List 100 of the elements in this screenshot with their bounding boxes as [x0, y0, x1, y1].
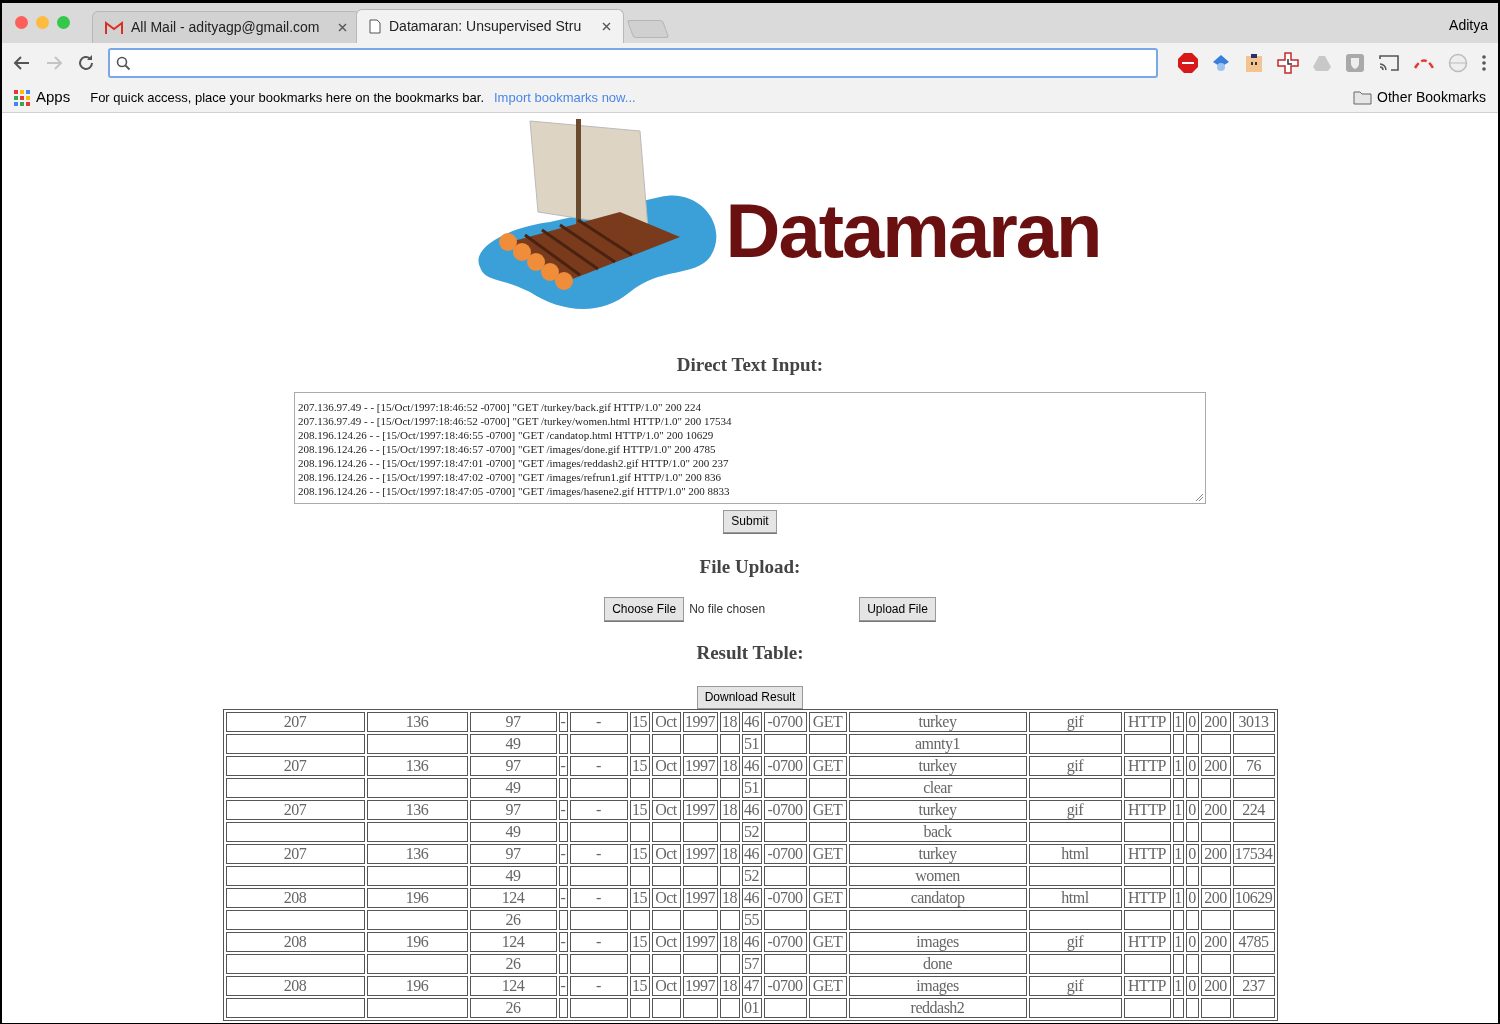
- table-cell: -: [558, 887, 568, 908]
- file-status: No file chosen: [689, 601, 767, 618]
- table-cell: 1: [1172, 711, 1184, 732]
- table-cell: 1997: [682, 755, 718, 776]
- table-cell: turkey: [848, 799, 1027, 820]
- profile-name[interactable]: Aditya: [1449, 15, 1488, 36]
- table-cell: 136: [366, 843, 468, 864]
- table-cell: 196: [366, 931, 468, 952]
- download-result-button[interactable]: Download Result: [696, 685, 804, 709]
- page-icon: [369, 19, 381, 34]
- table-cell: -0700: [763, 887, 807, 908]
- table-cell: 18: [719, 799, 740, 820]
- table-cell: HTTP: [1123, 975, 1171, 996]
- table-cell: GET: [808, 931, 847, 952]
- table-cell: -: [569, 799, 628, 820]
- table-cell: Oct: [651, 755, 681, 776]
- table-cell: 18: [719, 755, 740, 776]
- plus-clock-icon[interactable]: [1277, 52, 1299, 74]
- table-cell: 1997: [682, 799, 718, 820]
- table-cell: 15: [629, 711, 650, 732]
- cast-icon[interactable]: [1378, 53, 1400, 73]
- section-heading: File Upload:: [699, 554, 801, 579]
- table-cell: HTTP: [1123, 887, 1171, 908]
- face-icon[interactable]: [1244, 53, 1264, 73]
- table-cell: 52: [741, 865, 762, 886]
- table-cell: 200: [1200, 799, 1231, 820]
- table-cell: turkey: [848, 711, 1027, 732]
- shield-icon[interactable]: [1345, 53, 1365, 73]
- log-line: 207.136.97.49 - - [15/Oct/1997:18:46:52 -0700] "GET /turkey/back.gif HTTP/1.0" 200 224: [298, 399, 701, 414]
- table-cell: -0700: [763, 931, 807, 952]
- table-cell: 97: [469, 843, 557, 864]
- address-bar[interactable]: [108, 48, 1158, 78]
- table-cell: -0700: [763, 975, 807, 996]
- table-cell: 18: [719, 975, 740, 996]
- menu-icon[interactable]: [1481, 54, 1487, 72]
- table-cell: 15: [629, 799, 650, 820]
- table-cell: 1: [1172, 799, 1184, 820]
- table-cell: 1: [1172, 931, 1184, 952]
- table-cell: 46: [741, 711, 762, 732]
- table-cell: 200: [1200, 931, 1231, 952]
- table-cell: 0: [1185, 799, 1199, 820]
- table-cell: 1: [1172, 843, 1184, 864]
- table-cell: 49: [469, 733, 557, 754]
- table-cell: 49: [469, 865, 557, 886]
- table-cell: GET: [808, 755, 847, 776]
- table-cell: -: [558, 755, 568, 776]
- table-cell: 51: [741, 777, 762, 798]
- table-cell: 1997: [682, 931, 718, 952]
- log-line: 208.196.124.26 - - [15/Oct/1997:18:47:02 -0700] "GET /images/refrun1.gif HTTP/1.0" 200 836: [298, 469, 722, 484]
- table-cell: -: [569, 843, 628, 864]
- table-cell: done: [848, 953, 1027, 974]
- stop-sign-icon[interactable]: [1178, 53, 1198, 73]
- upload-file-button[interactable]: Upload File: [859, 597, 936, 621]
- close-icon[interactable]: [602, 22, 611, 31]
- table-cell: 1: [1172, 755, 1184, 776]
- table-cell: 207: [225, 843, 365, 864]
- table-cell: 208: [225, 931, 365, 952]
- table-cell: HTTP: [1123, 931, 1171, 952]
- folder-icon: [1353, 90, 1373, 105]
- table-cell: 18: [719, 931, 740, 952]
- other-bookmarks-folder[interactable]: Other Bookmarks: [1353, 87, 1486, 108]
- table-cell: 17534: [1232, 843, 1275, 864]
- table-cell: gif: [1028, 931, 1122, 952]
- search-icon: [116, 55, 131, 71]
- table-cell: 18: [719, 711, 740, 732]
- browser-tab[interactable]: Datamaran: Unsupervised Stru: [356, 9, 624, 43]
- table-cell: Oct: [651, 931, 681, 952]
- reload-icon[interactable]: [76, 53, 96, 73]
- close-window-button[interactable]: [15, 16, 28, 29]
- table-cell: 224: [1232, 799, 1275, 820]
- log-line: 208.196.124.26 - - [15/Oct/1997:18:46:55 -0700] "GET /candatop.html HTTP/1.0" 200 10629: [298, 427, 714, 442]
- table-cell: images: [848, 975, 1027, 996]
- table-cell: 1997: [682, 843, 718, 864]
- choose-file-button[interactable]: Choose File: [604, 597, 685, 621]
- table-cell: 97: [469, 755, 557, 776]
- table-cell: 237: [1232, 975, 1275, 996]
- log-line: 207.136.97.49 - - [15/Oct/1997:18:46:52 -0700] "GET /turkey/women.html HTTP/1.0" 200 17534: [298, 413, 732, 428]
- log-text-area[interactable]: [294, 391, 1206, 504]
- table-cell: 49: [469, 777, 557, 798]
- table-cell: amnty1: [848, 733, 1027, 754]
- table-cell: -0700: [763, 711, 807, 732]
- resize-handle-icon[interactable]: [1195, 492, 1204, 502]
- table-cell: HTTP: [1123, 711, 1171, 732]
- log-line: 208.196.124.26 - - [15/Oct/1997:18:47:01 -0700] "GET /images/reddash2.gif HTTP/1.0" 200 237: [298, 455, 729, 470]
- table-cell: gif: [1028, 755, 1122, 776]
- submit-button[interactable]: Submit: [723, 509, 777, 533]
- close-icon[interactable]: [338, 23, 347, 32]
- table-cell: 136: [366, 755, 468, 776]
- table-cell: women: [848, 865, 1027, 886]
- table-cell: 0: [1185, 755, 1199, 776]
- section-heading: Direct Text Input:: [676, 353, 824, 377]
- apps-shortcut[interactable]: Apps: [14, 86, 71, 109]
- table-cell: -0700: [763, 755, 807, 776]
- table-cell: -: [558, 843, 568, 864]
- diamond-icon[interactable]: [1211, 53, 1231, 73]
- table-cell: GET: [808, 843, 847, 864]
- table-cell: 200: [1200, 755, 1231, 776]
- table-cell: html: [1028, 843, 1122, 864]
- table-cell: 3013: [1232, 711, 1275, 732]
- table-cell: Oct: [651, 887, 681, 908]
